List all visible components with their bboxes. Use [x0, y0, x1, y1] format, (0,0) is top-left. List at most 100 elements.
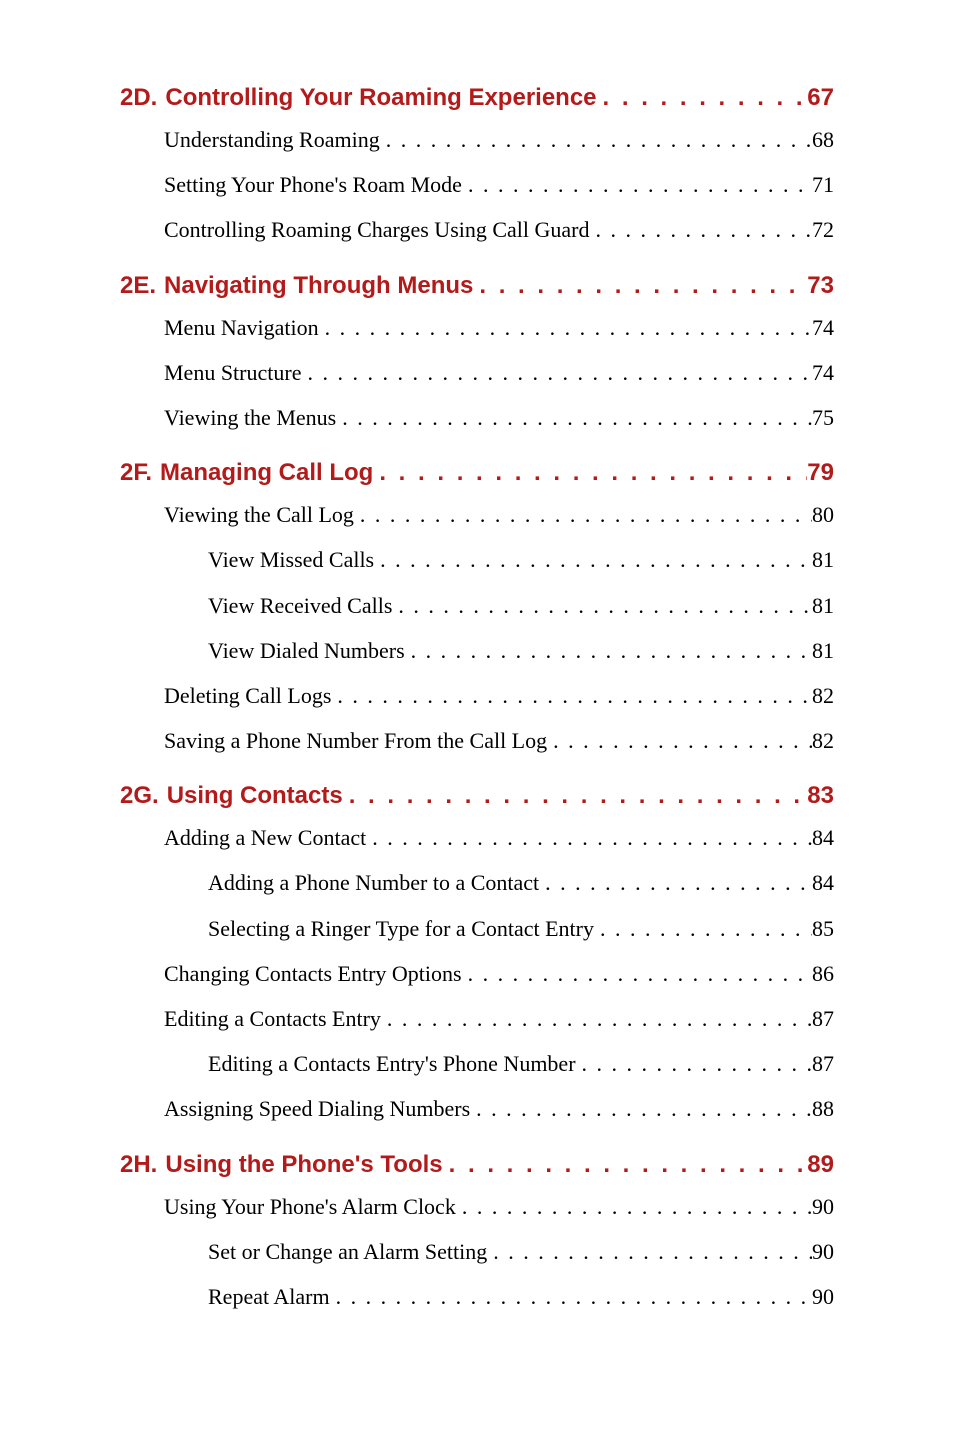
toc-item-page: 71 — [812, 167, 834, 202]
toc-item: View Missed Calls. . . . . . . . . . . .… — [120, 542, 834, 577]
toc-item-page: 85 — [812, 911, 834, 946]
toc-item-title: Menu Navigation — [120, 310, 319, 345]
toc-leader-dots: . . . . . . . . . . . . . . . . . . . . … — [301, 355, 812, 390]
toc-item-page: 72 — [812, 212, 834, 247]
toc-leader-dots: . . . . . . . . . . . . . . . . . . . . … — [547, 723, 812, 758]
toc-leader-dots: . . . . . . . . . . . . . . . . . . . . … — [456, 1189, 812, 1224]
toc-leader-dots: . . . . . . . . . . . . . . . . . . . . … — [374, 542, 812, 577]
toc-item-title: Changing Contacts Entry Options — [120, 956, 462, 991]
toc-item: Assigning Speed Dialing Numbers. . . . .… — [120, 1091, 834, 1126]
toc-item-page: 90 — [812, 1279, 834, 1314]
toc-item: Changing Contacts Entry Options. . . . .… — [120, 956, 834, 991]
toc-leader-dots: . . . . . . . . . . . . . . . . . . . . … — [380, 122, 812, 157]
toc-section-prefix: 2G. — [120, 782, 159, 810]
toc-item-page: 86 — [812, 956, 834, 991]
toc-section-page: 67 — [807, 84, 834, 112]
toc-leader-dots: . . . . . . . . . . . . . . . . . . . . … — [443, 1151, 808, 1179]
toc-leader-dots: . . . . . . . . . . . . . . . . . . . . … — [576, 1046, 812, 1081]
toc-item: Deleting Call Logs. . . . . . . . . . . … — [120, 678, 834, 713]
toc-section-header: 2H.Using the Phone's Tools. . . . . . . … — [120, 1151, 834, 1179]
toc-item: Viewing the Call Log. . . . . . . . . . … — [120, 497, 834, 532]
toc-section-page: 79 — [807, 459, 834, 487]
toc-section-prefix: 2F. — [120, 459, 152, 487]
toc-section-prefix: 2E. — [120, 272, 156, 300]
toc-section-header: 2F.Managing Call Log. . . . . . . . . . … — [120, 459, 834, 487]
toc-leader-dots: . . . . . . . . . . . . . . . . . . . . … — [590, 212, 812, 247]
toc-section-title: Managing Call Log — [152, 459, 373, 487]
toc-item: View Dialed Numbers. . . . . . . . . . .… — [120, 633, 834, 668]
toc-leader-dots: . . . . . . . . . . . . . . . . . . . . … — [405, 633, 812, 668]
toc-item-page: 75 — [812, 400, 834, 435]
toc-leader-dots: . . . . . . . . . . . . . . . . . . . . … — [539, 865, 812, 900]
toc-item: Adding a New Contact. . . . . . . . . . … — [120, 820, 834, 855]
toc-item-title: Viewing the Menus — [120, 400, 336, 435]
toc-item-page: 88 — [812, 1091, 834, 1126]
toc-item-page: 74 — [812, 310, 834, 345]
toc-item: Adding a Phone Number to a Contact. . . … — [120, 865, 834, 900]
toc-item-page: 68 — [812, 122, 834, 157]
toc-item: Editing a Contacts Entry's Phone Number.… — [120, 1046, 834, 1081]
toc-section-prefix: 2D. — [120, 84, 157, 112]
toc-leader-dots: . . . . . . . . . . . . . . . . . . . . … — [462, 167, 812, 202]
toc-leader-dots: . . . . . . . . . . . . . . . . . . . . … — [336, 400, 812, 435]
toc-item-title: Menu Structure — [120, 355, 301, 390]
toc-item-title: Adding a Phone Number to a Contact — [120, 865, 539, 900]
toc-item: Controlling Roaming Charges Using Call G… — [120, 212, 834, 247]
toc-section-title: Navigating Through Menus — [156, 272, 473, 300]
toc-leader-dots: . . . . . . . . . . . . . . . . . . . . … — [354, 497, 812, 532]
toc-item: Set or Change an Alarm Setting. . . . . … — [120, 1234, 834, 1269]
toc-item-title: View Received Calls — [120, 588, 392, 623]
toc-item-title: Set or Change an Alarm Setting — [120, 1234, 487, 1269]
toc-item-page: 82 — [812, 678, 834, 713]
toc-leader-dots: . . . . . . . . . . . . . . . . . . . . … — [381, 1001, 812, 1036]
toc-item-title: Controlling Roaming Charges Using Call G… — [120, 212, 590, 247]
toc-item: Menu Structure. . . . . . . . . . . . . … — [120, 355, 834, 390]
toc-leader-dots: . . . . . . . . . . . . . . . . . . . . … — [373, 459, 807, 487]
toc-leader-dots: . . . . . . . . . . . . . . . . . . . . … — [331, 678, 812, 713]
toc-item: Saving a Phone Number From the Call Log.… — [120, 723, 834, 758]
toc-item-page: 87 — [812, 1001, 834, 1036]
toc-item-title: Understanding Roaming — [120, 122, 380, 157]
toc-item-page: 80 — [812, 497, 834, 532]
toc-item-page: 90 — [812, 1189, 834, 1224]
toc-item-title: Assigning Speed Dialing Numbers — [120, 1091, 470, 1126]
toc-leader-dots: . . . . . . . . . . . . . . . . . . . . … — [487, 1234, 812, 1269]
toc-item-page: 81 — [812, 542, 834, 577]
toc-section-title: Using the Phone's Tools — [157, 1151, 442, 1179]
toc-leader-dots: . . . . . . . . . . . . . . . . . . . . … — [462, 956, 812, 991]
toc-item: Viewing the Menus. . . . . . . . . . . .… — [120, 400, 834, 435]
toc-item: Using Your Phone's Alarm Clock. . . . . … — [120, 1189, 834, 1224]
toc-item-title: Viewing the Call Log — [120, 497, 354, 532]
toc-section-header: 2D.Controlling Your Roaming Experience. … — [120, 84, 834, 112]
toc-item-page: 90 — [812, 1234, 834, 1269]
toc-item-title: Repeat Alarm — [120, 1279, 330, 1314]
toc-section-header: 2G.Using Contacts. . . . . . . . . . . .… — [120, 782, 834, 810]
toc-leader-dots: . . . . . . . . . . . . . . . . . . . . … — [319, 310, 812, 345]
toc-item-page: 87 — [812, 1046, 834, 1081]
toc-item-page: 84 — [812, 865, 834, 900]
toc-item-page: 82 — [812, 723, 834, 758]
toc-item: Selecting a Ringer Type for a Contact En… — [120, 911, 834, 946]
toc-item-title: View Dialed Numbers — [120, 633, 405, 668]
toc-item-title: Editing a Contacts Entry's Phone Number — [120, 1046, 576, 1081]
toc-item-title: Adding a New Contact — [120, 820, 366, 855]
toc-leader-dots: . . . . . . . . . . . . . . . . . . . . … — [597, 84, 808, 112]
toc-section-page: 83 — [807, 782, 834, 810]
toc-leader-dots: . . . . . . . . . . . . . . . . . . . . … — [473, 272, 807, 300]
toc-item: Repeat Alarm. . . . . . . . . . . . . . … — [120, 1279, 834, 1314]
toc-item-title: Setting Your Phone's Roam Mode — [120, 167, 462, 202]
toc-item: View Received Calls. . . . . . . . . . .… — [120, 588, 834, 623]
toc-item-page: 81 — [812, 588, 834, 623]
toc-item-title: View Missed Calls — [120, 542, 374, 577]
toc-section-prefix: 2H. — [120, 1151, 157, 1179]
toc-leader-dots: . . . . . . . . . . . . . . . . . . . . … — [392, 588, 812, 623]
toc-item-page: 74 — [812, 355, 834, 390]
toc-item-title: Using Your Phone's Alarm Clock — [120, 1189, 456, 1224]
toc-item-title: Saving a Phone Number From the Call Log — [120, 723, 547, 758]
toc-item: Menu Navigation. . . . . . . . . . . . .… — [120, 310, 834, 345]
toc-leader-dots: . . . . . . . . . . . . . . . . . . . . … — [343, 782, 808, 810]
toc-leader-dots: . . . . . . . . . . . . . . . . . . . . … — [470, 1091, 812, 1126]
toc-page: 2D.Controlling Your Roaming Experience. … — [0, 0, 954, 1431]
toc-section-page: 73 — [807, 272, 834, 300]
toc-leader-dots: . . . . . . . . . . . . . . . . . . . . … — [366, 820, 812, 855]
